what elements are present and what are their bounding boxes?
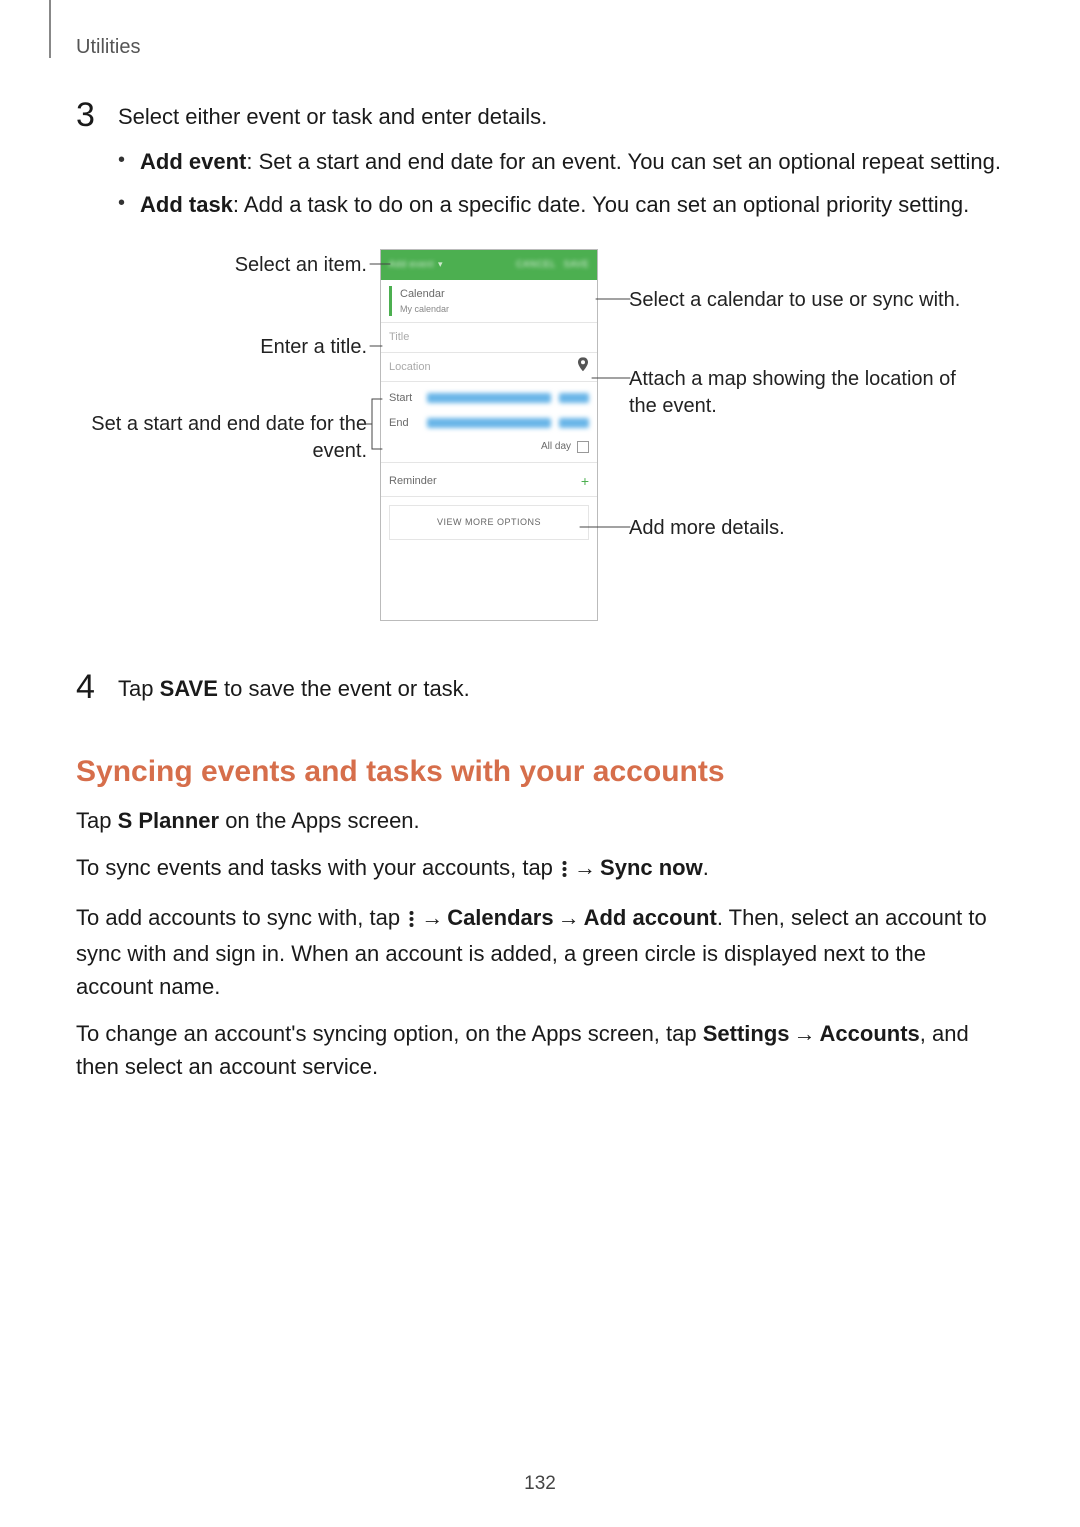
step-body: Tap SAVE to save the event or task. — [118, 672, 1004, 705]
bullet-add-task: Add task: Add a task to do on a specific… — [140, 188, 1004, 221]
all-day-checkbox[interactable] — [577, 441, 589, 453]
step-intro: Select either event or task and enter de… — [118, 100, 1004, 133]
sync-now-label: Sync now — [600, 855, 703, 880]
text: . — [703, 855, 709, 880]
cancel-button[interactable]: CANCEL — [516, 258, 556, 272]
page-content: 3 Select either event or task and enter … — [76, 100, 1004, 1097]
save-label: SAVE — [160, 676, 218, 701]
chevron-down-icon: ▾ — [438, 258, 443, 272]
section-heading-syncing: Syncing events and tasks with your accou… — [76, 749, 1004, 794]
all-day-label: All day — [541, 439, 571, 454]
end-time-blur — [559, 418, 589, 428]
location-pin-icon[interactable] — [577, 357, 589, 377]
header-rule — [49, 0, 51, 58]
text: To add accounts to sync with, tap — [76, 905, 406, 930]
view-more-options-button[interactable]: VIEW MORE OPTIONS — [389, 505, 589, 541]
calendar-selector[interactable]: Calendar My calendar — [381, 280, 597, 323]
more-options-icon — [408, 904, 415, 937]
reminder-label: Reminder — [389, 473, 437, 490]
text: to save the event or task. — [218, 676, 470, 701]
more-options-icon — [561, 854, 568, 887]
calendar-label: Calendar — [400, 286, 589, 303]
bullet-label: Add event — [140, 149, 246, 174]
s-planner-label: S Planner — [118, 808, 219, 833]
arrow-icon: → — [790, 1021, 820, 1046]
add-account-label: Add account — [584, 905, 717, 930]
start-time-blur — [559, 393, 589, 403]
arrow-icon: → — [417, 905, 447, 930]
save-button[interactable]: SAVE — [564, 258, 589, 272]
annotated-figure: Add event ▾ CANCEL SAVE Calendar My cale… — [32, 249, 960, 654]
text: Tap — [118, 676, 160, 701]
callout-select-item: Select an item. — [32, 252, 367, 279]
step-4: 4 Tap SAVE to save the event or task. — [76, 672, 1004, 705]
end-date-blur — [427, 418, 551, 428]
step-number: 3 — [76, 98, 98, 132]
sync-p3: To add accounts to sync with, tap →Calen… — [76, 901, 1004, 1003]
sync-p2: To sync events and tasks with your accou… — [76, 851, 1004, 887]
text: on the Apps screen. — [219, 808, 420, 833]
step-body: Select either event or task and enter de… — [118, 100, 1004, 231]
step-3: 3 Select either event or task and enter … — [76, 100, 1004, 231]
step-number: 4 — [76, 670, 98, 704]
start-date-blur — [427, 393, 551, 403]
sync-p1: Tap S Planner on the Apps screen. — [76, 804, 1004, 837]
end-label: End — [389, 415, 419, 432]
title-input[interactable]: Title — [381, 323, 597, 353]
bullet-text: : Set a start and end date for an event.… — [246, 149, 1001, 174]
text: To sync events and tasks with your accou… — [76, 855, 559, 880]
arrow-icon: → — [570, 855, 600, 880]
location-placeholder: Location — [389, 361, 431, 373]
start-row[interactable]: Start — [381, 386, 597, 411]
arrow-icon: → — [554, 905, 584, 930]
topbar-add-event[interactable]: Add event — [389, 258, 434, 272]
calendars-label: Calendars — [447, 905, 553, 930]
date-block: Start End All day — [381, 382, 597, 467]
text: To change an account's syncing option, o… — [76, 1021, 703, 1046]
callout-select-calendar: Select a calendar to use or sync with. — [629, 287, 964, 314]
phone-topbar: Add event ▾ CANCEL SAVE — [381, 250, 597, 280]
callout-enter-title: Enter a title. — [32, 334, 367, 361]
page-number: 132 — [0, 1470, 1080, 1499]
phone-mock: Add event ▾ CANCEL SAVE Calendar My cale… — [380, 249, 598, 621]
bullet-add-event: Add event: Set a start and end date for … — [140, 145, 1004, 178]
location-input[interactable]: Location — [381, 353, 597, 383]
callout-dates: Set a start and end date for the event. — [32, 411, 367, 465]
calendar-sub: My calendar — [400, 303, 589, 317]
sync-p4: To change an account's syncing option, o… — [76, 1017, 1004, 1083]
title-placeholder: Title — [389, 331, 409, 343]
section-header: Utilities — [76, 32, 140, 62]
all-day-row[interactable]: All day — [381, 435, 597, 463]
bullet-label: Add task — [140, 192, 233, 217]
accounts-label: Accounts — [820, 1021, 920, 1046]
end-row[interactable]: End — [381, 411, 597, 436]
callout-more-details: Add more details. — [629, 515, 964, 542]
bullet-text: : Add a task to do on a specific date. Y… — [233, 192, 969, 217]
reminder-row[interactable]: Reminder + — [381, 467, 597, 497]
start-label: Start — [389, 390, 419, 407]
callout-attach-map: Attach a map showing the location of the… — [629, 366, 964, 420]
text: Tap — [76, 808, 118, 833]
settings-label: Settings — [703, 1021, 790, 1046]
plus-icon[interactable]: + — [581, 474, 589, 488]
